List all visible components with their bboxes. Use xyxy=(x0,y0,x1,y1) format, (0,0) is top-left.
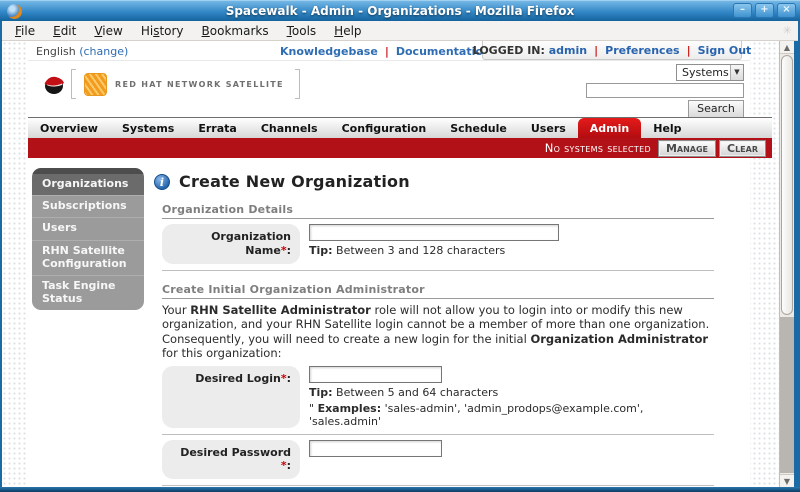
menu-bookmarks[interactable]: Bookmarks xyxy=(193,23,278,39)
help-links: Knowledgebase|Documentation xyxy=(280,45,491,58)
org-name-tip: Tip: Between 3 and 128 characters xyxy=(309,244,714,257)
tab-users[interactable]: Users xyxy=(519,118,578,138)
org-name-input[interactable] xyxy=(309,224,559,241)
desired-password-input[interactable] xyxy=(309,440,442,457)
redhat-shadowman-icon xyxy=(42,73,66,95)
desired-login-row: Desired Login*: Tip: Between 5 and 64 ch… xyxy=(162,366,714,435)
throbber-icon: ✳ xyxy=(783,24,794,37)
sidebar-item-task-engine-status[interactable]: Task Engine Status xyxy=(32,275,144,310)
rhn-logo: RED HAT NETWORK SATELLITE xyxy=(42,69,300,99)
preferences-link[interactable]: Preferences xyxy=(605,44,679,57)
scroll-down-icon[interactable]: ▼ xyxy=(780,474,794,487)
desired-login-field: Tip: Between 5 and 64 characters " Examp… xyxy=(309,366,714,428)
org-name-label: Organization Name*: xyxy=(162,224,300,264)
title-bar: Spacewalk - Admin - Organizations - Mozi… xyxy=(0,0,800,21)
scrollbar-track[interactable] xyxy=(780,317,794,473)
org-name-row: Organization Name*: Tip: Between 3 and 1… xyxy=(162,224,714,271)
menu-tools[interactable]: Tools xyxy=(278,23,326,39)
bracket-left xyxy=(71,69,76,99)
bracket-right xyxy=(295,69,300,99)
knowledgebase-link[interactable]: Knowledgebase xyxy=(280,45,378,58)
minimize-button[interactable]: – xyxy=(733,3,752,18)
brand-row: RED HAT NETWORK SATELLITE Systems ▼ Sear… xyxy=(28,61,750,117)
desired-password-field xyxy=(309,440,714,480)
tab-admin[interactable]: Admin xyxy=(578,118,641,138)
menu-history[interactable]: History xyxy=(132,23,193,39)
vertical-scrollbar[interactable]: ▲ ▼ xyxy=(779,41,794,487)
org-name-field: Tip: Between 3 and 128 characters xyxy=(309,224,714,264)
menu-help[interactable]: Help xyxy=(325,23,370,39)
window-title: Spacewalk - Admin - Organizations - Mozi… xyxy=(0,4,800,18)
desired-login-tip: Tip: Between 5 and 64 characters xyxy=(309,386,714,399)
menu-edit[interactable]: Edit xyxy=(44,23,85,39)
desired-password-label: Desired Password *: xyxy=(162,440,300,480)
sidebar: Organizations Subscriptions Users RHN Sa… xyxy=(32,168,144,310)
system-status-bar: No systems selected Manage Clear xyxy=(28,138,772,158)
admin-intro-text: Your RHN Satellite Administrator role wi… xyxy=(162,303,714,361)
menu-bar: File Edit View History Bookmarks Tools H… xyxy=(2,21,798,41)
menu-view[interactable]: View xyxy=(85,23,131,39)
window-bottom-border xyxy=(0,487,800,492)
sidebar-item-subscriptions[interactable]: Subscriptions xyxy=(32,195,144,217)
browser-viewport: English (change) Knowledgebase|Documenta… xyxy=(2,41,779,487)
section-create-admin: Create Initial Organization Administrato… xyxy=(162,283,714,299)
search-input[interactable] xyxy=(586,83,744,98)
sign-out-link[interactable]: Sign Out xyxy=(698,44,752,57)
tab-overview[interactable]: Overview xyxy=(28,118,110,138)
section-organization-details: Organization Details xyxy=(162,203,714,219)
page-content: English (change) Knowledgebase|Documenta… xyxy=(28,41,750,487)
sidebar-item-rhn-satellite-configuration[interactable]: RHN Satellite Configuration xyxy=(32,240,144,275)
nav-tabs: Overview Systems Errata Channels Configu… xyxy=(28,117,772,138)
sidebar-item-organizations[interactable]: Organizations xyxy=(32,174,144,195)
desired-login-label: Desired Login*: xyxy=(162,366,300,428)
sidebar-item-users[interactable]: Users xyxy=(32,217,144,239)
tab-channels[interactable]: Channels xyxy=(249,118,330,138)
scroll-up-icon[interactable]: ▲ xyxy=(780,41,794,54)
main-panel: i Create New Organization Organization D… xyxy=(152,168,714,487)
page-title: Create New Organization xyxy=(179,172,410,191)
systems-selected-status: No systems selected xyxy=(545,141,651,155)
tab-configuration[interactable]: Configuration xyxy=(330,118,439,138)
menu-file[interactable]: File xyxy=(6,23,44,39)
satellite-icon xyxy=(84,73,107,96)
scrollbar-thumb[interactable] xyxy=(781,55,793,315)
chevron-down-icon: ▼ xyxy=(730,65,743,80)
brand-name: RED HAT NETWORK SATELLITE xyxy=(115,80,284,89)
search-area: Systems ▼ Search xyxy=(586,64,744,118)
clear-button[interactable]: Clear xyxy=(720,141,765,156)
username-link[interactable]: admin xyxy=(549,44,587,57)
page-heading: i Create New Organization xyxy=(154,172,714,191)
desired-password-row: Desired Password *: xyxy=(162,440,714,487)
search-button[interactable]: Search xyxy=(688,100,744,118)
manage-button[interactable]: Manage xyxy=(659,141,715,156)
desired-login-input[interactable] xyxy=(309,366,442,383)
desired-login-examples: " Examples: 'sales-admin', 'admin_prodop… xyxy=(309,402,714,428)
tab-systems[interactable]: Systems xyxy=(110,118,186,138)
logged-in-box: LOGGED IN: admin|Preferences|Sign Out xyxy=(482,41,742,60)
logged-in-label: LOGGED IN: xyxy=(473,44,549,57)
close-button[interactable]: × xyxy=(777,3,796,18)
tab-errata[interactable]: Errata xyxy=(186,118,248,138)
locale-label: English (change) xyxy=(36,45,128,58)
tab-help[interactable]: Help xyxy=(641,118,693,138)
search-scope-select[interactable]: Systems ▼ xyxy=(676,64,744,81)
utility-bar: English (change) Knowledgebase|Documenta… xyxy=(28,41,750,61)
maximize-button[interactable]: + xyxy=(755,3,774,18)
info-icon: i xyxy=(154,174,170,190)
window-controls: – + × xyxy=(733,3,796,18)
tab-schedule[interactable]: Schedule xyxy=(438,118,519,138)
locale-change-link[interactable]: (change) xyxy=(79,45,128,58)
